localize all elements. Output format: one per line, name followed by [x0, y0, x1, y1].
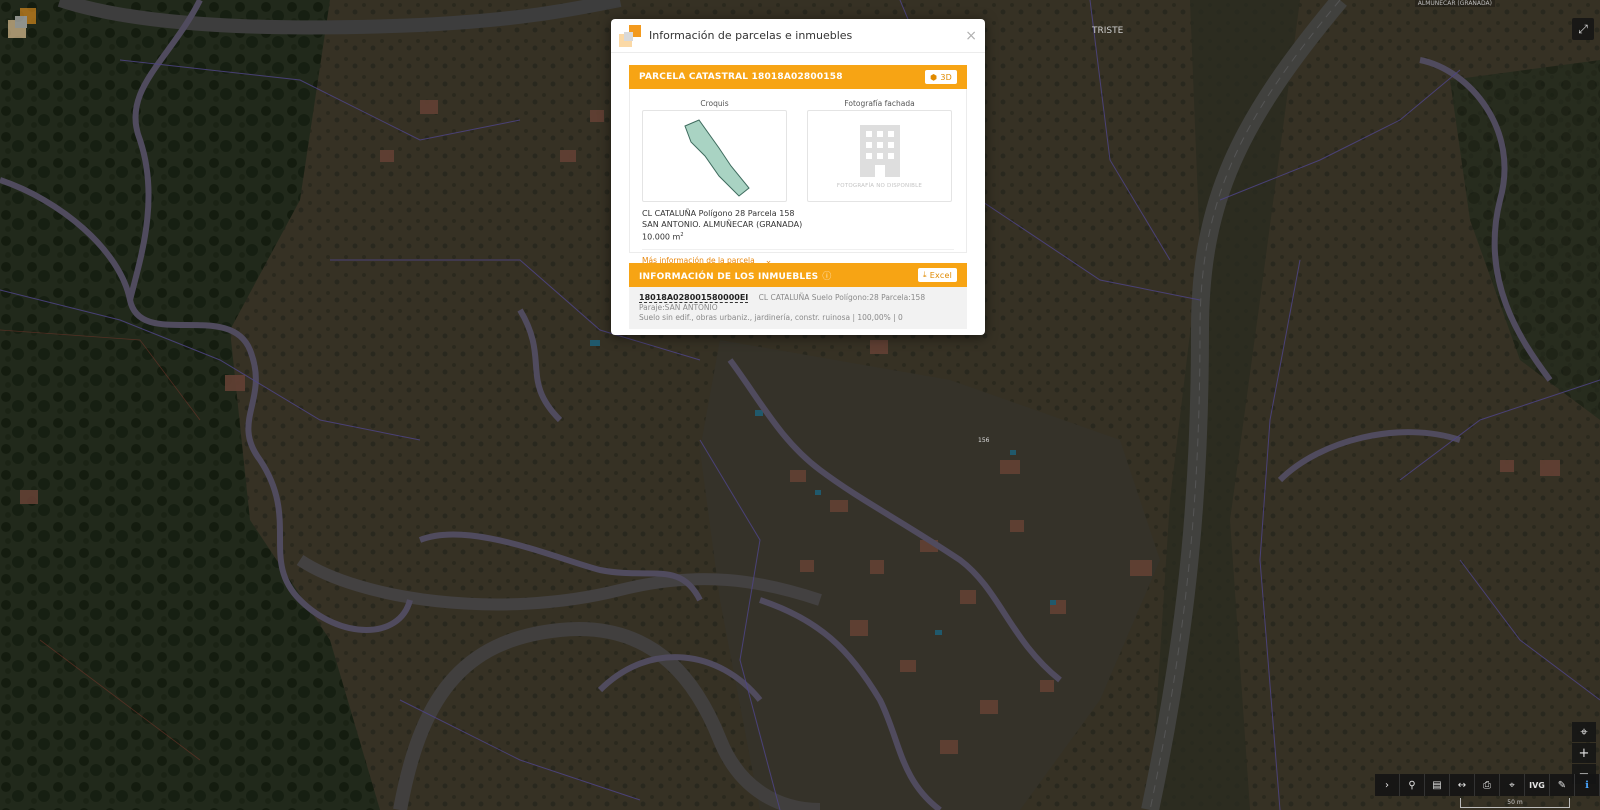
measure-button[interactable]: ↔	[1450, 774, 1475, 796]
download-icon: ⤓	[923, 270, 927, 279]
locate-button[interactable]: ⌖	[1572, 722, 1596, 742]
property-row[interactable]: 18018A028001580000EI CL CATALUÑA Suelo P…	[629, 287, 967, 329]
location-tag: ALMUÑÉCAR (GRANADA)	[1414, 0, 1495, 7]
expand-icon: ⤢	[1578, 21, 1588, 36]
parcel-info-dialog: Información de parcelas e inmuebles × PA…	[611, 19, 985, 335]
building-icon	[859, 125, 900, 177]
street-label: TRISTE	[1091, 26, 1124, 36]
properties-title-text: INFORMACIÓN DE LOS INMUEBLES	[639, 271, 819, 282]
dialog-body: PARCELA CATASTRAL 18018A02800158 ⬢ 3D Cr…	[611, 53, 985, 335]
property-reference-link[interactable]: 18018A028001580000EI	[639, 293, 749, 303]
pin-icon: ⌖	[1509, 779, 1515, 791]
pencil-icon: ✎	[1557, 779, 1567, 791]
ivg-button[interactable]: IVG	[1525, 774, 1550, 796]
parcel-sketch[interactable]	[642, 110, 787, 202]
toolbar-expand-button[interactable]: ›	[1375, 774, 1400, 796]
search-icon: ⚲	[1408, 779, 1416, 791]
plus-icon: +	[1578, 745, 1590, 761]
address-line-1: CL CATALUÑA Polígono 28 Parcela 158	[642, 209, 795, 218]
parcel-number-label: 156	[978, 437, 990, 444]
area-unit-exponent: 2	[680, 232, 684, 238]
chevron-down-icon: ⌄	[764, 255, 773, 266]
dialog-header: Información de parcelas e inmuebles ×	[611, 19, 985, 53]
property-description: CL CATALUÑA Suelo Polígono:28 Parcela:15…	[758, 293, 926, 302]
draw-button[interactable]: ✎	[1550, 774, 1575, 796]
parcel-address: CL CATALUÑA Polígono 28 Parcela 158 SAN …	[642, 208, 954, 243]
map-toolbar: › ⚲ ▤ ↔ ⎙ ⌖ IVG ✎ ℹ	[1375, 774, 1600, 796]
info-icon: ℹ	[1585, 779, 1589, 791]
scale-bar: 50 m	[1460, 798, 1570, 808]
print-icon: ⎙	[1483, 779, 1491, 791]
chevron-right-icon: ›	[1385, 779, 1389, 791]
catastro-dialog-logo	[619, 24, 641, 47]
parcel-area-value: 10.000 m	[642, 232, 681, 242]
info-button[interactable]: ℹ	[1575, 774, 1600, 796]
photo-label: Fotografía fachada	[844, 99, 915, 108]
layers-icon: ▤	[1432, 779, 1442, 791]
close-icon[interactable]: ×	[965, 28, 977, 44]
ruler-icon: ↔	[1457, 779, 1467, 791]
properties-section-header: INFORMACIÓN DE LOS INMUEBLES ⓘ ⤓ Excel	[629, 263, 967, 287]
layers-button[interactable]: ▤	[1425, 774, 1450, 796]
sketch-label: Croquis	[700, 99, 729, 108]
search-button[interactable]: ⚲	[1400, 774, 1425, 796]
crosshair-icon: ⌖	[1580, 724, 1588, 740]
property-use: Suelo sin edif., obras urbaniz., jardine…	[639, 313, 903, 322]
fullscreen-button[interactable]: ⤢	[1572, 18, 1594, 40]
view-3d-button[interactable]: ⬢ 3D	[925, 70, 957, 84]
properties-title: INFORMACIÓN DE LOS INMUEBLES ⓘ	[639, 269, 918, 282]
facade-photo-placeholder: FOTOGRAFÍA NO DISPONIBLE	[807, 110, 952, 202]
address-line-2: SAN ANTONIO. ALMUÑECAR (GRANADA)	[642, 220, 803, 229]
parcel-card: Croquis Fotografía fachada FOTOGRAFÍA NO…	[629, 89, 967, 266]
parcel-section-header: PARCELA CATASTRAL 18018A02800158 ⬢ 3D	[629, 65, 967, 89]
property-location: Paraje:SAN ANTONIO	[639, 303, 718, 312]
print-button[interactable]: ⎙	[1475, 774, 1500, 796]
parcel-shape	[683, 119, 750, 197]
dialog-title: Información de parcelas e inmuebles	[649, 29, 853, 42]
more-info-label: Más información de la parcela	[642, 256, 755, 266]
excel-label: Excel	[929, 270, 952, 280]
help-icon[interactable]: ⓘ	[822, 272, 831, 282]
view-3d-label: 3D	[940, 72, 952, 82]
photo-unavailable-text: FOTOGRAFÍA NO DISPONIBLE	[836, 183, 923, 189]
catastro-logo	[6, 6, 40, 40]
coordinates-button[interactable]: ⌖	[1500, 774, 1525, 796]
parcel-reference-title: PARCELA CATASTRAL 18018A02800158	[639, 72, 843, 82]
parcel-area: 10.000 m2	[642, 230, 954, 243]
zoom-in-button[interactable]: +	[1572, 743, 1596, 763]
excel-export-button[interactable]: ⤓ Excel	[918, 268, 957, 282]
cube-icon: ⬢	[930, 72, 938, 82]
